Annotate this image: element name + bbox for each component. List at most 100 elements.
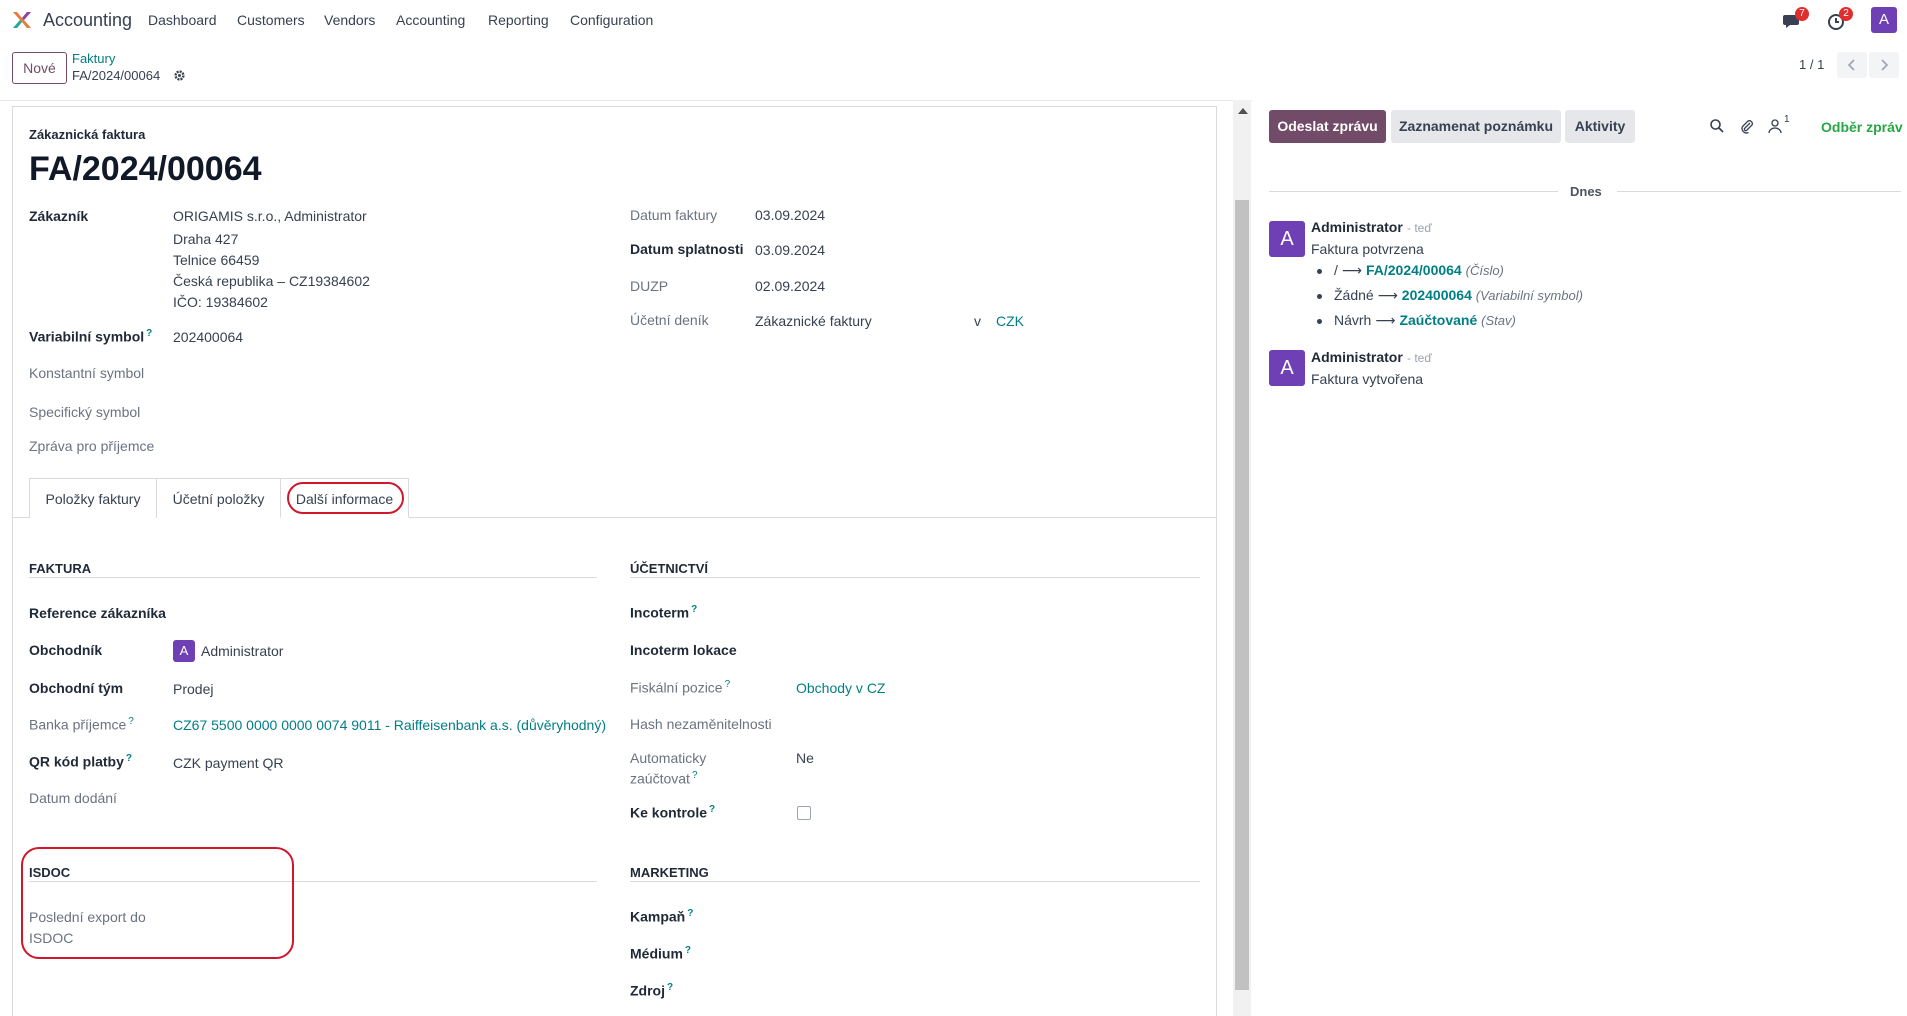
change-new-value: 202400064: [1401, 287, 1472, 303]
customer-line-5: IČO: 19384602: [173, 294, 268, 310]
to-check-label: Ke kontrole?: [630, 804, 716, 821]
menu-reporting[interactable]: Reporting: [488, 12, 549, 28]
menu-customers[interactable]: Customers: [237, 12, 305, 28]
journal-in: v: [974, 313, 981, 329]
journal-label: Účetní deník: [630, 312, 709, 328]
customer-line-2: Draha 427: [173, 231, 239, 247]
new-button[interactable]: Nové: [12, 52, 67, 84]
chevron-left-icon: [1847, 59, 1855, 71]
top-navbar: Accounting Dashboard Customers Vendors A…: [0, 0, 1907, 40]
medium-label: Médium?: [630, 945, 691, 962]
customer-line-3: Telnice 66459: [173, 252, 260, 268]
fiscal-position-value[interactable]: Obchody v CZ: [796, 680, 885, 696]
bullet-icon: [1317, 318, 1322, 324]
message-author[interactable]: Administrator: [1311, 219, 1403, 235]
incoterm-location-label: Incoterm lokace: [630, 642, 737, 658]
bank-value[interactable]: CZ67 5500 0000 0000 0074 9011 - Raiffeis…: [173, 717, 606, 733]
var-symbol-value[interactable]: 202400064: [173, 329, 243, 345]
arrow-right-icon: ⟶: [1377, 287, 1398, 303]
message-text: Faktura vytvořena: [1311, 371, 1424, 387]
marketing-section-title: MARKETING: [630, 865, 709, 880]
message-avatar[interactable]: A: [1269, 221, 1305, 257]
scroll-up-icon[interactable]: [1238, 108, 1248, 114]
menu-dashboard[interactable]: Dashboard: [148, 12, 217, 28]
change-old-value: Návrh: [1334, 312, 1372, 328]
message-time: - teď: [1407, 221, 1432, 235]
followers-count: 1: [1784, 114, 1790, 125]
invoice-date-label: Datum faktury: [630, 207, 718, 223]
due-date-label: Datum splatnosti: [630, 241, 744, 257]
isdoc-highlight-annotation: [21, 847, 294, 959]
doc-type: Zákaznická faktura: [29, 127, 146, 142]
followers-icon[interactable]: [1767, 118, 1783, 134]
incoterm-label: Incoterm?: [630, 604, 698, 621]
bullet-icon: [1317, 268, 1322, 274]
activities-badge: 2: [1839, 7, 1853, 21]
salesperson-value[interactable]: Administrator: [201, 643, 283, 659]
journal-value[interactable]: Zákaznické faktury: [755, 313, 872, 329]
customer-ref-label: Reference zákazníka: [29, 605, 166, 621]
auto-post-value[interactable]: Ne: [796, 750, 814, 766]
delivery-date-label: Datum dodání: [29, 790, 117, 806]
messages-badge: 7: [1795, 7, 1809, 21]
change-new-value: Zaúčtované: [1399, 312, 1478, 328]
menu-vendors[interactable]: Vendors: [324, 12, 375, 28]
invoice-number: FA/2024/00064: [29, 150, 262, 188]
change-field: (Stav): [1481, 313, 1516, 328]
search-icon[interactable]: [1709, 118, 1725, 134]
menu-configuration[interactable]: Configuration: [570, 12, 653, 28]
app-name[interactable]: Accounting: [43, 10, 132, 31]
pager-previous-button[interactable]: [1837, 52, 1867, 78]
to-check-checkbox[interactable]: [797, 806, 811, 820]
accounting-section-line: [630, 577, 1200, 578]
activities-button[interactable]: Aktivity: [1565, 110, 1635, 143]
message-time: - teď: [1407, 351, 1432, 365]
change-new-value: FA/2024/00064: [1365, 262, 1462, 278]
accounting-section-title: ÚČETNICTVÍ: [630, 561, 708, 576]
duzp-value[interactable]: 02.09.2024: [755, 278, 825, 294]
due-date-value[interactable]: 03.09.2024: [755, 242, 825, 258]
menu-accounting[interactable]: Accounting: [396, 12, 465, 28]
customer-line-1[interactable]: ORIGAMIS s.r.o., Administrator: [173, 208, 367, 224]
chatter-panel: [1252, 100, 1907, 1016]
qr-value[interactable]: CZK payment QR: [173, 755, 283, 771]
arrow-right-icon: ⟶: [1375, 312, 1396, 328]
tracking-change-row: Návrh ⟶ Zaúčtované (Stav): [1317, 312, 1516, 329]
team-value[interactable]: Prodej: [173, 681, 213, 697]
invoice-date-value[interactable]: 03.09.2024: [755, 207, 825, 223]
message-text: Faktura potvrzena: [1311, 241, 1424, 257]
form-scrollbar-thumb[interactable]: [1235, 200, 1249, 990]
tab-journal-items[interactable]: Účetní položky: [156, 478, 281, 518]
message-avatar[interactable]: A: [1269, 350, 1305, 386]
day-divider-left: [1269, 191, 1558, 192]
auto-post-label-1: Automaticky: [630, 750, 707, 766]
breadcrumb-record: FA/2024/00064: [72, 68, 161, 83]
fiscal-position-label: Fiskální pozice?: [630, 679, 731, 696]
team-label: Obchodní tým: [29, 680, 124, 696]
user-avatar[interactable]: A: [1871, 7, 1897, 33]
source-label: Zdroj?: [630, 982, 674, 999]
customer-label: Zákazník: [29, 208, 89, 224]
change-field: (Variabilní symbol): [1475, 288, 1583, 303]
hash-label: Hash nezaměnitelnosti: [630, 716, 772, 732]
log-note-button[interactable]: Zaznamenat poznámku: [1391, 110, 1561, 143]
tab-invoice-lines[interactable]: Položky faktury: [29, 478, 157, 518]
faktura-section-title: FAKTURA: [29, 561, 92, 576]
pager-value[interactable]: 1 / 1: [1799, 57, 1824, 72]
app-logo-icon[interactable]: [11, 9, 33, 31]
paperclip-icon[interactable]: [1739, 118, 1755, 134]
breadcrumb-invoices[interactable]: Faktury: [72, 51, 115, 66]
pager-next-button[interactable]: [1869, 52, 1899, 78]
day-label: Dnes: [1570, 184, 1602, 199]
duzp-label: DUZP: [630, 278, 669, 294]
currency-link[interactable]: CZK: [996, 313, 1024, 329]
change-old-value: /: [1334, 262, 1338, 278]
bullet-icon: [1317, 293, 1322, 299]
follow-button[interactable]: Odběr zpráv: [1821, 119, 1903, 135]
tab-highlight-annotation: [287, 482, 404, 514]
send-message-button[interactable]: Odeslat zprávu: [1269, 110, 1386, 143]
change-field: (Číslo): [1465, 263, 1504, 278]
gear-icon[interactable]: [173, 69, 186, 82]
salesperson-avatar: A: [173, 640, 195, 662]
message-author[interactable]: Administrator: [1311, 349, 1403, 365]
